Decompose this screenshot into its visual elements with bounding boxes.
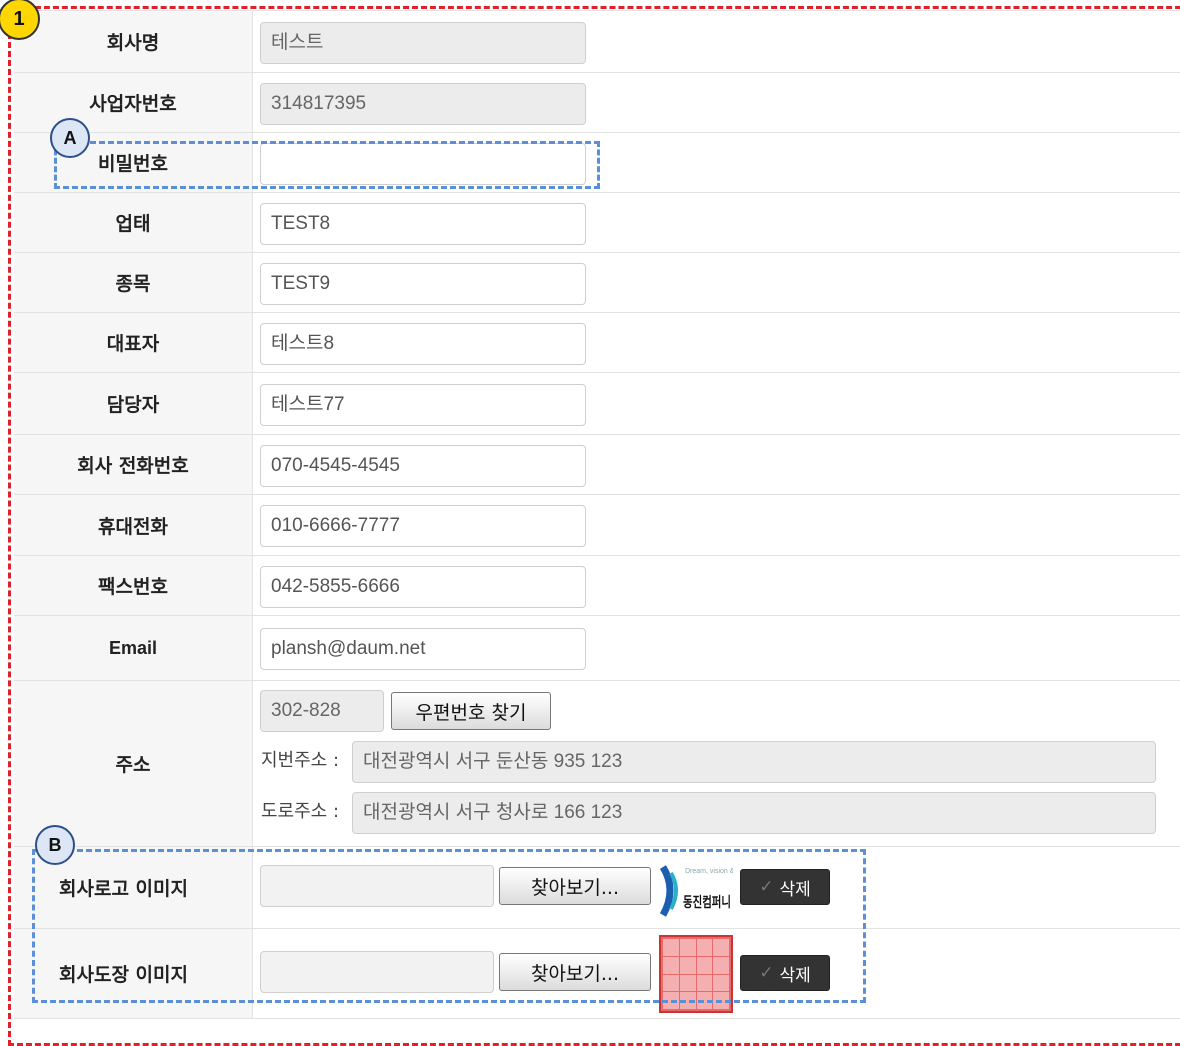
lot-address-label: 지번주소 : [261,750,340,771]
logo-text: 동진컴퍼니 [683,894,731,911]
row-company-name: 회사명 테스트 [14,11,1180,73]
representative-input[interactable]: 테스트8 [260,323,586,365]
seal-file-input[interactable] [260,951,494,993]
fax-label: 팩스번호 [14,556,253,615]
row-business-type: 업태 TEST8 [14,193,1180,253]
mobile-label: 휴대전화 [14,495,253,555]
company-name-label: 회사명 [14,11,253,72]
row-logo-image: 회사로고 이미지 찾아보기... Dream, vision & 동진컴퍼니 ✓… [14,847,1180,929]
company-phone-label: 회사 전화번호 [14,435,253,494]
seal-image-label: 회사도장 이미지 [14,929,253,1018]
check-icon: ✓ [759,877,774,897]
email-input[interactable]: plansh@daum.net [260,628,586,670]
row-fax: 팩스번호 042-5855-6666 [14,556,1180,616]
contact-person-label: 담당자 [14,373,253,434]
lot-address-input[interactable]: 대전광역시 서구 둔산동 935 123 [352,741,1156,783]
password-input[interactable] [260,143,586,185]
row-company-phone: 회사 전화번호 070-4545-4545 [14,435,1180,495]
business-item-label: 종목 [14,253,253,312]
check-icon: ✓ [759,963,774,983]
logo-file-input[interactable] [260,865,494,907]
company-seal-image [659,935,733,1013]
business-item-input[interactable]: TEST9 [260,263,586,305]
biz-number-label: 사업자번호 [14,73,253,132]
row-address: 주소 302-828 우편번호 찾기 지번주소 : 대전광역시 서구 둔산동 9… [14,681,1180,847]
logo-browse-button[interactable]: 찾아보기... [499,867,651,905]
business-type-input[interactable]: TEST8 [260,203,586,245]
company-name-input[interactable]: 테스트 [260,22,586,64]
row-mobile: 휴대전화 010-6666-7777 [14,495,1180,556]
postal-code-input[interactable]: 302-828 [260,690,384,732]
company-info-form: 회사명 테스트 사업자번호 314817395 비밀번호 업태 TEST8 종목… [14,10,1180,1019]
logo-delete-button[interactable]: ✓ 삭제 [740,869,830,905]
email-label: Email [14,616,253,680]
row-seal-image: 회사도장 이미지 찾아보기... ✓ 삭제 [14,929,1180,1019]
mobile-input[interactable]: 010-6666-7777 [260,505,586,547]
seal-browse-button[interactable]: 찾아보기... [499,953,651,991]
row-business-item: 종목 TEST9 [14,253,1180,313]
row-biz-number: 사업자번호 314817395 [14,73,1180,133]
row-representative: 대표자 테스트8 [14,313,1180,373]
row-password: 비밀번호 [14,133,1180,193]
company-phone-input[interactable]: 070-4545-4545 [260,445,586,487]
row-contact-person: 담당자 테스트77 [14,373,1180,435]
contact-person-input[interactable]: 테스트77 [260,384,586,426]
logo-delete-label: 삭제 [779,879,811,900]
business-type-label: 업태 [14,193,253,252]
road-address-input[interactable]: 대전광역시 서구 청사로 166 123 [352,792,1156,834]
svg-text:Dream, vision &: Dream, vision & [685,868,733,875]
row-email: Email plansh@daum.net [14,616,1180,681]
address-label: 주소 [14,681,253,846]
company-logo-image: Dream, vision & 동진컴퍼니 [657,855,735,925]
biz-number-input[interactable]: 314817395 [260,83,586,125]
fax-input[interactable]: 042-5855-6666 [260,566,586,608]
find-postal-code-button[interactable]: 우편번호 찾기 [391,692,551,730]
seal-delete-button[interactable]: ✓ 삭제 [740,955,830,991]
representative-label: 대표자 [14,313,253,372]
badge-a: A [50,118,90,158]
road-address-label: 도로주소 : [261,801,340,822]
seal-delete-label: 삭제 [779,965,811,986]
badge-b: B [35,825,75,865]
